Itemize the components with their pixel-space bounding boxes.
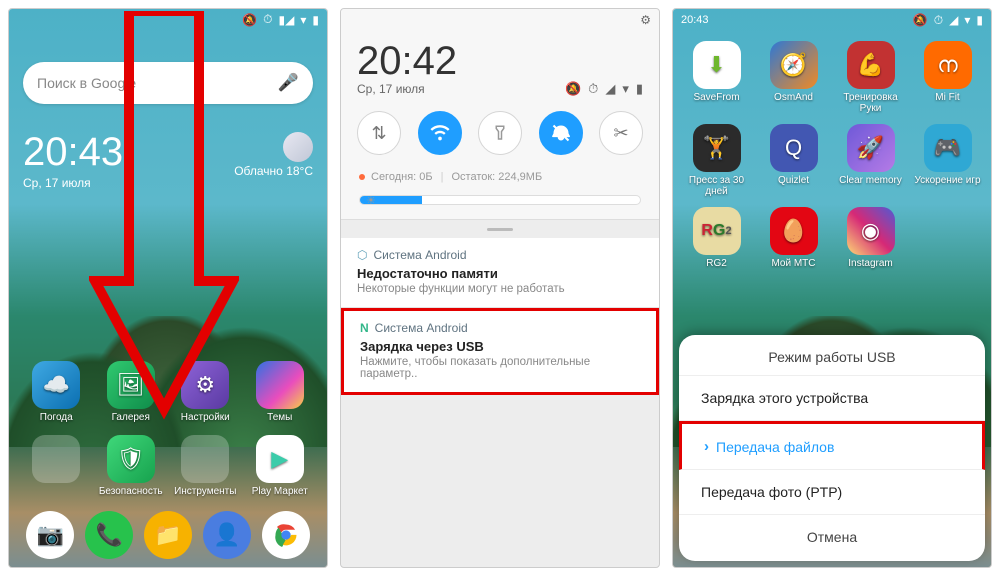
clock-date: Ср, 17 июля xyxy=(23,176,123,190)
clock-time: 20:43 xyxy=(23,132,123,172)
app-gallery[interactable]: 🖼Галерея xyxy=(98,361,165,423)
status-bar: ⚙ xyxy=(341,9,659,31)
clock-icon: ⏱ xyxy=(263,12,272,27)
app-weather[interactable]: ☁️Погода xyxy=(23,361,90,423)
android-icon: ⬡ xyxy=(357,248,367,262)
search-input[interactable]: Поиск в Google 🎤 xyxy=(23,62,313,104)
toggle-flashlight[interactable] xyxy=(478,111,522,155)
app-abs30[interactable]: 🏋Пресс за 30 дней xyxy=(681,124,752,197)
notification-memory[interactable]: ⬡Система Android Недостаточно памяти Нек… xyxy=(341,238,659,308)
signal-icon: ◢ xyxy=(605,81,615,97)
battery-icon: ▮ xyxy=(312,13,319,27)
cloud-icon xyxy=(283,132,313,162)
app-rg2[interactable]: RG2RG2 xyxy=(681,207,752,278)
clock-widget[interactable]: 20:43 Ср, 17 июля Облачно 18°С xyxy=(23,132,313,190)
qs-date: Ср, 17 июля xyxy=(357,82,425,96)
brightness-slider[interactable]: ☀ xyxy=(341,195,659,220)
wifi-icon: ▾ xyxy=(622,81,629,97)
notification-usb[interactable]: NСистема Android Зарядка через USB Нажми… xyxy=(341,308,659,395)
dock-explorer[interactable]: 📁 xyxy=(144,511,192,559)
usb-option-charge[interactable]: Зарядка этого устройства xyxy=(679,376,985,421)
qs-header: 20:42 Ср, 17 июля 🔕 ⏱ ◢ ▾ ▮ xyxy=(341,31,659,101)
app-themes[interactable]: Темы xyxy=(247,361,314,423)
battery-icon: ▮ xyxy=(636,81,643,97)
bell-off-icon: 🔕 xyxy=(913,13,928,27)
status-bar: 🔕 ⏱ ▮◢ ▾ ▮ xyxy=(9,9,327,30)
toggle-wifi[interactable] xyxy=(418,111,462,155)
qs-time: 20:42 xyxy=(357,41,643,81)
dock-contacts[interactable]: 👤 xyxy=(203,511,251,559)
clock-icon: ⏱ xyxy=(934,13,943,28)
dock-camera[interactable]: 📷 xyxy=(26,511,74,559)
wifi-icon: ▾ xyxy=(300,13,306,27)
app-clear-memory[interactable]: 🚀Clear memory xyxy=(835,124,906,197)
toggle-sound[interactable] xyxy=(539,111,583,155)
qs-storage[interactable]: Сегодня: 0Б | Остаток: 224,9МБ xyxy=(341,165,659,195)
app-folder[interactable] xyxy=(23,435,90,497)
screen-home: 🔕 ⏱ ▮◢ ▾ ▮ Поиск в Google 🎤 20:43 Ср, 17… xyxy=(8,8,328,568)
app-mifit[interactable]: നMi Fit xyxy=(912,41,983,114)
qs-toggles: ⇅ ✂ xyxy=(341,101,659,165)
toggle-screenshot[interactable]: ✂ xyxy=(599,111,643,155)
wifi-icon: ▾ xyxy=(964,13,970,27)
android-n-icon: N xyxy=(360,321,369,335)
app-instagram[interactable]: ◉Instagram xyxy=(835,207,906,278)
dot-icon xyxy=(359,174,365,180)
app-game-boost[interactable]: 🎮Ускорение игр xyxy=(912,124,983,197)
app-my-mts[interactable]: 🥚Мой МТС xyxy=(758,207,829,278)
weather-widget[interactable]: Облачно 18°С xyxy=(234,132,313,178)
battery-icon: ▮ xyxy=(976,13,983,27)
mic-icon[interactable]: 🎤 xyxy=(278,73,299,93)
gear-icon[interactable]: ⚙ xyxy=(640,13,651,27)
screen-usb-dialog: 20:43 🔕 ⏱ ◢ ▾ ▮ ⬇SaveFrom 🧭OsmAnd 💪Трени… xyxy=(672,8,992,568)
screen-quicksettings: ⚙ 20:42 Ср, 17 июля 🔕 ⏱ ◢ ▾ ▮ ⇅ ✂ xyxy=(340,8,660,568)
sun-icon: ☀ xyxy=(366,194,376,207)
status-bar: 20:43 🔕 ⏱ ◢ ▾ ▮ xyxy=(673,9,991,31)
app-quizlet[interactable]: QQuizlet xyxy=(758,124,829,197)
bell-off-icon: 🔕 xyxy=(565,81,581,97)
dock-phone[interactable]: 📞 xyxy=(85,511,133,559)
app-grid: ☁️Погода 🖼Галерея ⚙Настройки Темы 🛡Безоп… xyxy=(23,361,313,497)
dock-chrome[interactable] xyxy=(262,511,310,559)
search-placeholder: Поиск в Google xyxy=(37,75,136,91)
sheet-cancel[interactable]: Отмена xyxy=(679,515,985,555)
status-time: 20:43 xyxy=(681,14,709,26)
usb-mode-sheet: Режим работы USB Зарядка этого устройств… xyxy=(679,335,985,561)
sheet-title: Режим работы USB xyxy=(679,349,985,376)
app-savefrom[interactable]: ⬇SaveFrom xyxy=(681,41,752,114)
drag-handle[interactable] xyxy=(341,220,659,238)
app-osmand[interactable]: 🧭OsmAnd xyxy=(758,41,829,114)
toggle-data[interactable]: ⇅ xyxy=(357,111,401,155)
app-arm-workout[interactable]: 💪Тренировка Руки xyxy=(835,41,906,114)
app-play-store[interactable]: ▶Play Маркет xyxy=(247,435,314,497)
app-settings[interactable]: ⚙Настройки xyxy=(172,361,239,423)
app-security[interactable]: 🛡Безопасность xyxy=(98,435,165,497)
dock: 📷 📞 📁 👤 xyxy=(21,511,315,559)
bell-off-icon: 🔕 xyxy=(242,13,257,27)
signal-icon: ◢ xyxy=(949,13,958,27)
usb-option-ptp[interactable]: Передача фото (PTP) xyxy=(679,470,985,515)
clock-icon: ⏱ xyxy=(588,81,598,97)
app-folder-tools[interactable]: Инструменты xyxy=(172,435,239,497)
app-grid: ⬇SaveFrom 🧭OsmAnd 💪Тренировка Руки നMi F… xyxy=(673,31,991,278)
usb-option-file-transfer[interactable]: Передача файлов xyxy=(679,421,985,470)
signal-icon: ▮◢ xyxy=(279,13,295,27)
